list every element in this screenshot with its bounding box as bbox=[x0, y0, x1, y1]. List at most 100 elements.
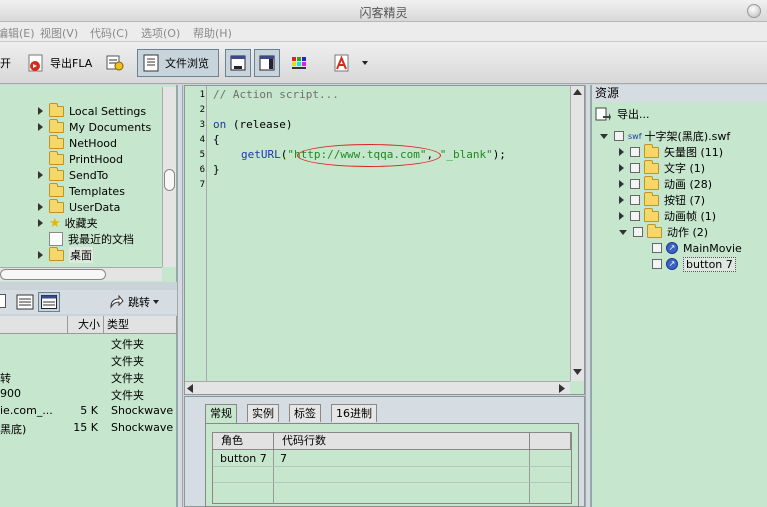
menu-help[interactable]: 帮助(H) bbox=[193, 25, 232, 41]
checkbox[interactable] bbox=[614, 131, 624, 141]
scroll-up-icon[interactable] bbox=[573, 89, 582, 96]
file-row-type[interactable]: Shockwave Fl bbox=[111, 421, 177, 438]
file-row-name[interactable]: 黑底) bbox=[0, 421, 66, 438]
tree-item[interactable]: UserData bbox=[38, 198, 120, 215]
tree-vertical-scrollbar[interactable] bbox=[162, 87, 176, 267]
resource-category[interactable]: 文字 (1) bbox=[619, 159, 705, 176]
file-row-size[interactable] bbox=[68, 336, 98, 353]
column-header-name[interactable] bbox=[0, 316, 68, 334]
scroll-right-icon[interactable] bbox=[559, 384, 566, 393]
menu-options[interactable]: 选项(O) bbox=[141, 25, 180, 41]
file-row-type[interactable]: 文件夹 bbox=[111, 370, 177, 387]
file-row-size[interactable]: 15 K bbox=[68, 421, 98, 438]
file-row-size[interactable] bbox=[68, 370, 98, 387]
resource-category[interactable]: 动作 (2) bbox=[619, 223, 708, 240]
checkbox[interactable] bbox=[630, 195, 640, 205]
editor-vertical-scrollbar[interactable] bbox=[570, 86, 584, 381]
file-row-name[interactable]: ie.com_... bbox=[0, 404, 66, 421]
tree-item[interactable]: SendTo bbox=[38, 166, 108, 183]
file-row-size[interactable] bbox=[68, 353, 98, 370]
layout-bottom-button[interactable] bbox=[225, 49, 251, 77]
tab-label[interactable]: 标签 bbox=[289, 404, 321, 422]
editor-horizontal-scrollbar[interactable] bbox=[185, 381, 570, 394]
file-row-type[interactable]: Shockwave Fl bbox=[111, 404, 177, 421]
font-tool-button[interactable] bbox=[332, 49, 356, 77]
file-row-size[interactable] bbox=[68, 387, 98, 404]
color-palette-button[interactable] bbox=[290, 49, 314, 77]
tab-instance[interactable]: 实例 bbox=[247, 404, 279, 422]
window-control-button[interactable] bbox=[747, 4, 761, 18]
expand-arrow-icon[interactable] bbox=[38, 123, 43, 131]
action-item[interactable]: ↗ MainMovie bbox=[652, 240, 742, 256]
font-dropdown-arrow[interactable] bbox=[361, 49, 369, 77]
expand-arrow-icon[interactable] bbox=[619, 229, 627, 235]
resource-category[interactable]: 矢量图 (11) bbox=[619, 143, 723, 160]
tree-vscroll-thumb[interactable] bbox=[164, 169, 175, 191]
open-button[interactable]: 开 bbox=[0, 49, 11, 77]
expand-arrow-icon[interactable] bbox=[38, 219, 43, 227]
menu-edit[interactable]: 编辑(E) bbox=[0, 25, 35, 41]
tree-item[interactable]: ★ 收藏夹 bbox=[38, 215, 98, 231]
checkbox[interactable] bbox=[630, 179, 640, 189]
left-splitter[interactable] bbox=[177, 85, 183, 507]
menu-view[interactable]: 视图(V) bbox=[40, 25, 78, 41]
file-row-name[interactable] bbox=[0, 353, 66, 370]
tree-item[interactable]: PrintHood bbox=[38, 150, 123, 167]
export-fla-button[interactable]: 导出FLA bbox=[26, 49, 92, 77]
tab-hex[interactable]: 16进制 bbox=[331, 404, 377, 422]
file-row-type[interactable]: 文件夹 bbox=[111, 387, 177, 404]
expand-arrow-icon[interactable] bbox=[619, 164, 624, 172]
menu-code[interactable]: 代码(C) bbox=[90, 25, 128, 41]
tree-item[interactable]: My Documents bbox=[38, 118, 151, 135]
file-row-type[interactable]: 文件夹 bbox=[111, 336, 177, 353]
checkbox[interactable] bbox=[633, 227, 643, 237]
jump-button[interactable]: 跳转 bbox=[108, 294, 160, 310]
view-details-icon[interactable] bbox=[16, 294, 34, 310]
expand-arrow-icon[interactable] bbox=[619, 196, 624, 204]
tree-item[interactable]: Templates bbox=[38, 182, 125, 199]
layout-right-button[interactable] bbox=[254, 49, 280, 77]
expand-arrow-icon[interactable] bbox=[38, 203, 43, 211]
resource-root[interactable]: swf 十字架(黑底).swf bbox=[600, 128, 730, 144]
script-tool-button[interactable] bbox=[104, 49, 128, 77]
expand-arrow-icon[interactable] bbox=[619, 148, 624, 156]
view-report-button[interactable] bbox=[38, 292, 60, 312]
tree-hscroll-thumb[interactable] bbox=[0, 269, 106, 280]
file-row-name[interactable]: 900 bbox=[0, 387, 66, 404]
file-row-size[interactable]: 5 K bbox=[68, 404, 98, 421]
tree-item[interactable]: 我最近的文档 bbox=[38, 231, 134, 247]
checkbox[interactable] bbox=[630, 147, 640, 157]
checkbox[interactable] bbox=[630, 211, 640, 221]
column-header-role[interactable]: 角色 bbox=[213, 433, 274, 450]
resource-category[interactable]: 按钮 (7) bbox=[619, 191, 705, 208]
expand-arrow-icon[interactable] bbox=[619, 180, 624, 188]
expand-arrow-icon[interactable] bbox=[38, 171, 43, 179]
column-header-lines[interactable]: 代码行数 bbox=[274, 433, 530, 450]
export-button[interactable]: 导出... bbox=[595, 106, 650, 122]
tree-item[interactable]: 桌面 bbox=[38, 246, 93, 263]
tree-item[interactable]: Local Settings bbox=[38, 102, 146, 119]
tab-general[interactable]: 常规 bbox=[205, 404, 237, 423]
resource-category[interactable]: 动画 (28) bbox=[619, 175, 712, 192]
checkbox[interactable] bbox=[652, 243, 662, 253]
tree-item[interactable]: NetHood bbox=[38, 134, 117, 151]
column-header-empty[interactable] bbox=[530, 433, 571, 450]
checkbox[interactable] bbox=[630, 163, 640, 173]
action-item[interactable]: ↗ button 7 bbox=[652, 256, 736, 272]
scroll-down-icon[interactable] bbox=[573, 369, 582, 376]
expand-arrow-icon[interactable] bbox=[619, 212, 624, 220]
expand-arrow-icon[interactable] bbox=[38, 251, 43, 259]
tree-horizontal-scrollbar[interactable] bbox=[0, 267, 162, 281]
file-row-name[interactable] bbox=[0, 336, 66, 353]
checkbox[interactable] bbox=[652, 259, 662, 269]
resource-category[interactable]: 动画帧 (1) bbox=[619, 207, 716, 224]
column-header-size[interactable]: 大小 bbox=[68, 316, 104, 334]
expand-arrow-icon[interactable] bbox=[38, 107, 43, 115]
view-list-icon[interactable] bbox=[0, 294, 6, 308]
scroll-left-icon[interactable] bbox=[187, 384, 194, 393]
file-row-type[interactable]: 文件夹 bbox=[111, 353, 177, 370]
file-browse-button[interactable]: 文件浏览 bbox=[137, 49, 219, 77]
column-header-type[interactable]: 类型 bbox=[104, 316, 177, 334]
code-editor[interactable]: 1 2 3 4 5 6 7 // Action script... on (re… bbox=[184, 85, 585, 395]
file-row-name[interactable]: 转 bbox=[0, 370, 66, 387]
